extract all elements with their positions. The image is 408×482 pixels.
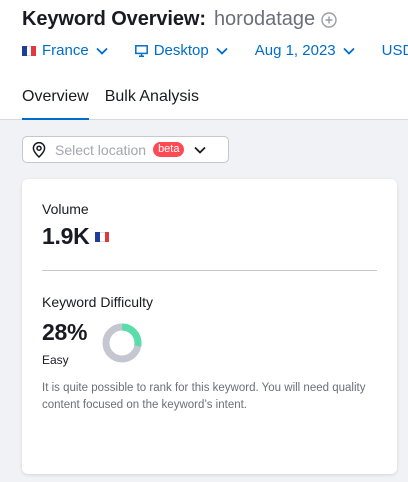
page-title: Keyword Overview: xyxy=(22,8,206,30)
volume-value: 1.9K xyxy=(42,223,90,249)
location-placeholder: Select location xyxy=(55,141,147,158)
overview-card: Volume 1.9K Keyword Difficulty 28% Easy … xyxy=(22,179,397,474)
filters-bar: France Desktop Aug 1, 2023 USD xyxy=(22,42,408,59)
date-label: Aug 1, 2023 xyxy=(254,42,336,59)
device-filter[interactable]: Desktop xyxy=(134,42,228,59)
difficulty-donut-chart xyxy=(102,323,142,363)
tab-bulk-analysis[interactable]: Bulk Analysis xyxy=(105,88,199,120)
date-filter[interactable]: Aug 1, 2023 xyxy=(255,42,355,59)
chevron-down-icon xyxy=(342,47,355,55)
keyword-difficulty-value: 28% xyxy=(42,319,88,345)
keyword-difficulty-label: Keyword Difficulty xyxy=(42,294,154,310)
chevron-down-icon xyxy=(216,47,228,55)
keyword-title: horodatage xyxy=(213,8,316,30)
country-label: France xyxy=(42,42,89,59)
chevron-down-icon xyxy=(96,47,108,55)
france-flag-icon xyxy=(95,231,110,242)
tab-bar: Overview Bulk Analysis xyxy=(22,88,215,120)
divider xyxy=(42,270,377,271)
volume-label: Volume xyxy=(42,201,89,217)
page-header: Keyword Overview: horodatage France Desk… xyxy=(0,0,408,120)
device-label: Desktop xyxy=(153,42,209,59)
location-select[interactable]: Select location beta xyxy=(22,136,229,163)
chevron-down-icon xyxy=(194,146,207,154)
map-pin-icon xyxy=(32,141,46,158)
difficulty-description: It is quite possible to rank for this ke… xyxy=(42,382,366,411)
plus-circle-icon[interactable] xyxy=(321,11,337,28)
currency-filter[interactable]: USD xyxy=(382,42,408,59)
beta-badge: beta xyxy=(153,142,185,157)
country-filter[interactable]: France xyxy=(22,42,108,59)
desktop-icon xyxy=(134,44,148,57)
title-row: Keyword Overview: horodatage xyxy=(22,8,337,31)
volume-value-row: 1.9K xyxy=(42,223,115,250)
difficulty-level: Easy xyxy=(42,353,69,367)
france-flag-icon xyxy=(22,45,37,56)
tab-overview[interactable]: Overview xyxy=(22,88,89,120)
currency-label: USD xyxy=(381,42,408,59)
